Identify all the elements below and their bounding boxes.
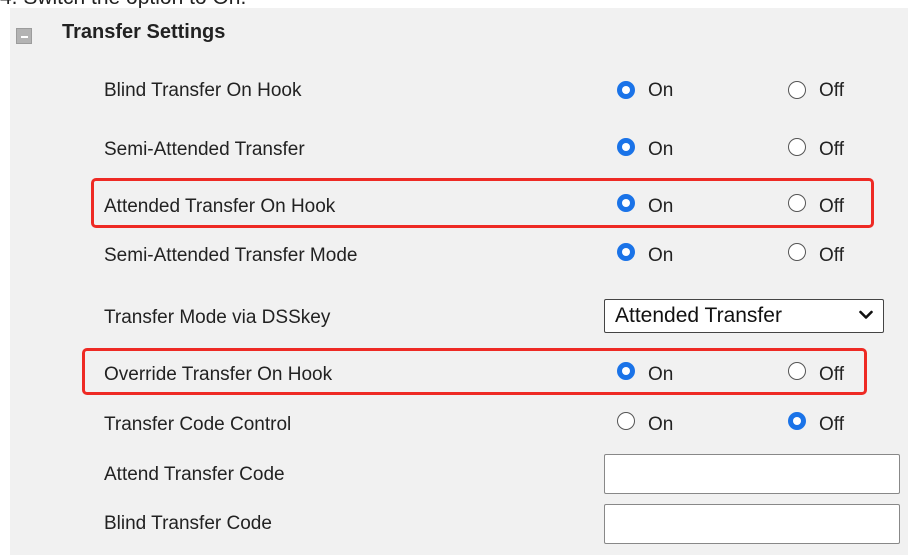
radio-off-label: Off [819,196,844,217]
chevron-down-icon [859,310,873,319]
transfer-code-control-off-radio[interactable] [788,412,806,430]
semi-attended-transfer-on-radio[interactable] [617,138,635,156]
blind-transfer-on-hook-on-radio[interactable] [617,81,635,99]
minus-square-icon[interactable] [16,28,32,44]
row-label-attended-transfer-on-hook: Attended Transfer On Hook [104,196,336,217]
semi-attended-transfer-off-radio[interactable] [788,138,806,156]
section-title: Transfer Settings [62,21,226,43]
radio-on-label: On [648,245,674,266]
transfer-code-control-on-radio[interactable] [617,412,635,430]
radio-on-label: On [648,139,674,160]
row-label-override-transfer-on-hook: Override Transfer On Hook [104,364,333,385]
row-label-transfer-code-control: Transfer Code Control [104,414,292,435]
radio-off-label: Off [819,139,844,160]
radio-off-label: Off [819,245,844,266]
attended-transfer-on-hook-on-radio[interactable] [617,194,635,212]
radio-on-label: On [648,80,674,101]
radio-on-label: On [648,196,674,217]
row-label-blind-transfer-code: Blind Transfer Code [104,513,272,534]
row-label-attend-transfer-code: Attend Transfer Code [104,464,285,485]
radio-on-label: On [648,414,674,435]
override-transfer-on-hook-off-radio[interactable] [788,362,806,380]
row-label-semi-attended-transfer: Semi-Attended Transfer [104,139,305,160]
radio-off-label: Off [819,364,844,385]
radio-off-label: Off [819,80,844,101]
row-label-semi-attended-transfer-mode: Semi-Attended Transfer Mode [104,245,358,266]
radio-on-label: On [648,364,674,385]
semi-attended-transfer-mode-off-radio[interactable] [788,243,806,261]
blind-transfer-code-input[interactable] [604,504,900,544]
override-transfer-on-hook-on-radio[interactable] [617,362,635,380]
attended-transfer-on-hook-off-radio[interactable] [788,194,806,212]
row-label-transfer-mode-via-dsskey: Transfer Mode via DSSkey [104,307,331,328]
radio-off-label: Off [819,414,844,435]
blind-transfer-on-hook-off-radio[interactable] [788,81,806,99]
transfer-mode-selected-value: Attended Transfer [615,304,782,327]
semi-attended-transfer-mode-on-radio[interactable] [617,243,635,261]
transfer-mode-select[interactable]: Attended Transfer [604,299,884,333]
row-label-blind-transfer-on-hook: Blind Transfer On Hook [104,80,302,101]
attend-transfer-code-input[interactable] [604,454,900,494]
